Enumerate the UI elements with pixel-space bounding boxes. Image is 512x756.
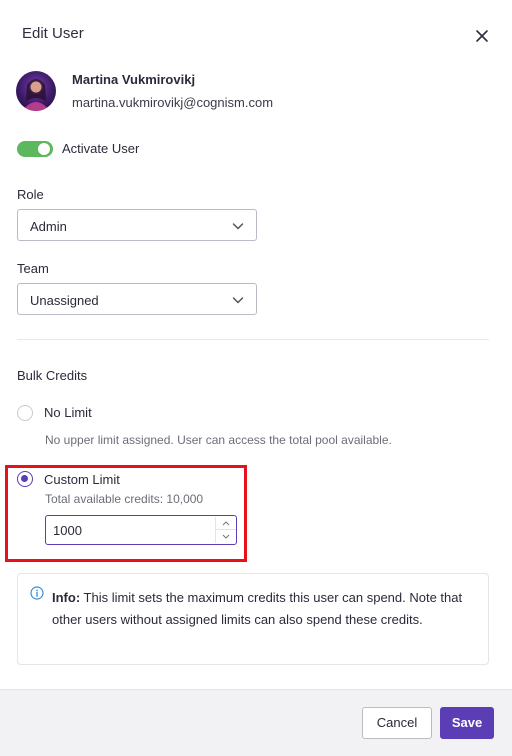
activate-user-label: Activate User	[62, 141, 140, 156]
bulk-credits-label: Bulk Credits	[17, 368, 88, 383]
no-limit-helper: No upper limit assigned. User can access…	[45, 433, 392, 447]
team-label: Team	[17, 261, 49, 276]
modal-title: Edit User	[22, 25, 84, 42]
role-select[interactable]: Admin	[17, 209, 257, 241]
chevron-down-icon	[232, 223, 244, 230]
chevron-down-icon	[232, 297, 244, 304]
toggle-knob	[38, 143, 50, 155]
role-label: Role	[17, 187, 44, 202]
no-limit-radio[interactable]	[17, 405, 33, 421]
annotation-highlight-box	[5, 465, 247, 562]
info-message: This limit sets the maximum credits this…	[52, 590, 463, 627]
info-box: Info: This limit sets the maximum credit…	[17, 573, 489, 665]
modal-footer: Cancel Save	[0, 689, 512, 756]
activate-user-toggle[interactable]	[17, 141, 53, 157]
info-icon	[30, 586, 44, 600]
user-email: martina.vukmirovikj@cognism.com	[72, 95, 274, 110]
info-prefix: Info:	[52, 590, 81, 605]
team-select[interactable]: Unassigned	[17, 283, 257, 315]
cancel-button[interactable]: Cancel	[362, 707, 432, 739]
role-value: Admin	[30, 219, 67, 234]
no-limit-label: No Limit	[44, 405, 92, 420]
save-button[interactable]: Save	[440, 707, 494, 739]
team-value: Unassigned	[30, 293, 99, 308]
user-name: Martina Vukmirovikj	[72, 72, 196, 87]
avatar	[16, 71, 56, 111]
divider	[17, 339, 489, 340]
info-text: Info: This limit sets the maximum credit…	[52, 587, 476, 631]
close-icon[interactable]	[472, 26, 492, 46]
edit-user-modal: Edit User Martina Vukmirovikj martina.vu…	[0, 0, 512, 756]
